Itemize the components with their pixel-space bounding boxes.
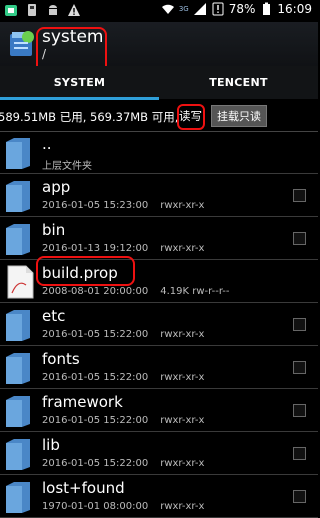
select-checkbox[interactable] [293, 447, 306, 460]
file-date: 2008-08-01 20:00:00 [42, 286, 149, 297]
list-item-etc[interactable]: etc 2016-01-05 15:22:00 rwxr-xr-x [0, 303, 318, 346]
file-permissions: rwxr-xr-x [160, 458, 205, 469]
file-meta: 1970-01-01 08:00:00 rwxr-xr-x [42, 501, 204, 512]
file-name: .. [42, 135, 52, 153]
select-checkbox[interactable] [293, 361, 306, 374]
file-permissions: rwxr-xr-x [160, 415, 205, 426]
file-meta: 2016-01-05 15:22:00 rwxr-xr-x [42, 415, 204, 426]
file-name: app [42, 178, 71, 196]
clock: 16:09 [277, 2, 312, 16]
network-type-label: 3G [178, 5, 189, 13]
file-permissions: rwxr-xr-x [160, 200, 205, 211]
list-item-bin[interactable]: bin 2016-01-13 19:12:00 rwxr-xr-x [0, 217, 318, 260]
file-name: etc [42, 307, 66, 325]
file-date: 2016-01-05 15:22:00 [42, 372, 149, 383]
file-date: 2016-01-05 15:22:00 [42, 458, 149, 469]
battery-percent: 78% [228, 2, 256, 16]
root-explorer-app-icon[interactable] [8, 28, 36, 60]
folder-icon [6, 353, 30, 384]
file-permissions: rw-r--r-- [192, 286, 230, 297]
list-item-fonts[interactable]: fonts 2016-01-05 15:22:00 rwxr-xr-x [0, 346, 318, 389]
tab-system[interactable]: SYSTEM [0, 66, 159, 99]
list-item-parent-folder[interactable]: .. 上层文件夹 [0, 131, 318, 174]
select-checkbox[interactable] [293, 189, 306, 202]
folder-icon [6, 439, 30, 470]
file-meta: 2016-01-13 19:12:00 rwxr-xr-x [42, 243, 204, 254]
annotation-highlight-build-prop [36, 256, 135, 286]
file-permissions: rwxr-xr-x [160, 329, 205, 340]
wifi-icon [161, 4, 174, 14]
storage-usage-text: 589.51MB 已用, 569.37MB 可用, [0, 110, 179, 124]
file-name: fonts [42, 350, 80, 368]
tab-bar: SYSTEM TENCENT [0, 66, 318, 99]
list-item-framework[interactable]: framework 2016-01-05 15:22:00 rwxr-xr-x [0, 389, 318, 432]
file-meta: 2016-01-05 15:23:00 rwxr-xr-x [42, 200, 204, 211]
file-name: framework [42, 393, 123, 411]
file-size: 4.19K [160, 286, 190, 297]
file-name: lost+found [42, 479, 125, 497]
tab-tencent[interactable]: TENCENT [159, 66, 318, 99]
annotation-highlight-rw [177, 104, 205, 130]
android-icon [49, 5, 57, 15]
select-checkbox[interactable] [293, 490, 306, 503]
file-date: 1970-01-01 08:00:00 [42, 501, 149, 512]
file-name: lib [42, 436, 60, 454]
battery-icon [263, 2, 271, 15]
signal-icon [193, 3, 206, 15]
list-item-app[interactable]: app 2016-01-05 15:23:00 rwxr-xr-x [0, 174, 318, 217]
document-icon [7, 265, 34, 299]
file-meta: 2008-08-01 20:00:00 4.19K rw-r--r-- [42, 286, 230, 297]
file-date: 2016-01-05 15:22:00 [42, 415, 149, 426]
folder-icon [6, 224, 30, 255]
warning-icon [68, 4, 80, 16]
select-checkbox[interactable] [293, 232, 306, 245]
list-item-lib[interactable]: lib 2016-01-05 15:22:00 rwxr-xr-x [0, 432, 318, 475]
file-detail: 上层文件夹 [42, 161, 92, 172]
file-permissions: rwxr-xr-x [160, 243, 205, 254]
alert-icon [212, 2, 224, 16]
folder-icon [6, 310, 30, 341]
list-item-lost-found[interactable]: lost+found 1970-01-01 08:00:00 rwxr-xr-x [0, 475, 318, 518]
file-meta: 2016-01-05 15:22:00 rwxr-xr-x [42, 329, 204, 340]
tab-selected-indicator [0, 97, 159, 100]
storage-info-bar: 589.51MB 已用, 569.37MB 可用, 读写 挂载只读 [0, 101, 318, 132]
folder-icon [6, 138, 30, 169]
mount-readonly-button[interactable]: 挂载只读 [211, 105, 267, 127]
file-name: bin [42, 221, 66, 239]
file-permissions: rwxr-xr-x [160, 372, 205, 383]
file-date: 2016-01-13 19:12:00 [42, 243, 149, 254]
file-meta: 2016-01-05 15:22:00 rwxr-xr-x [42, 458, 204, 469]
folder-icon [6, 396, 30, 427]
folder-icon [6, 181, 30, 212]
storage-icon [28, 4, 36, 16]
file-date: 2016-01-05 15:22:00 [42, 329, 149, 340]
app-notification-icon [5, 5, 17, 16]
select-checkbox[interactable] [293, 318, 306, 331]
file-date: 2016-01-05 15:23:00 [42, 200, 149, 211]
file-meta: 2016-01-05 15:22:00 rwxr-xr-x [42, 372, 204, 383]
file-permissions: rwxr-xr-x [160, 501, 205, 512]
status-bar: 3G 78% 16:09 [0, 0, 318, 22]
file-list: .. 上层文件夹 app 2016-01-05 15:23:00 rwxr-xr-… [0, 131, 318, 518]
folder-icon [6, 482, 30, 513]
select-checkbox[interactable] [293, 404, 306, 417]
